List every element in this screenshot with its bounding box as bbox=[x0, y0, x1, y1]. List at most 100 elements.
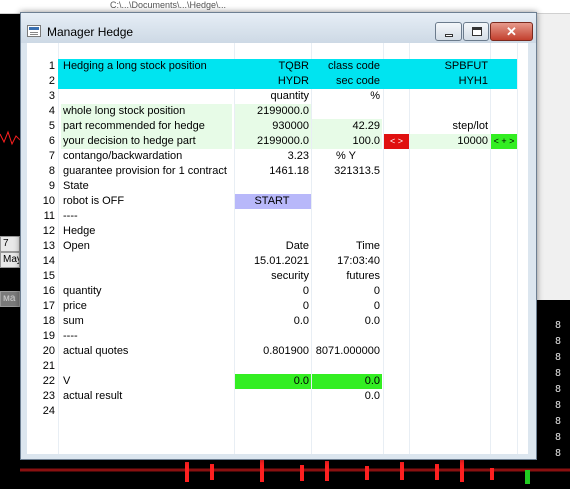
axis-tick: 8 bbox=[555, 416, 562, 427]
row-label bbox=[61, 254, 232, 269]
axis-tick: 8 bbox=[555, 336, 562, 347]
row-label bbox=[61, 89, 232, 104]
row-number: 23 bbox=[42, 390, 55, 402]
table-row: 4 whole long stock position 2199000.0 bbox=[27, 104, 528, 119]
maximize-button[interactable] bbox=[463, 22, 489, 41]
table-row: 8 guarantee provision for 1 contract 146… bbox=[27, 164, 528, 179]
row-number: 10 bbox=[42, 195, 55, 207]
row-label: whole long stock position bbox=[61, 104, 232, 119]
axis-tick: 8 bbox=[555, 352, 562, 363]
background-candles bbox=[0, 456, 570, 489]
background-cell-3: ма bbox=[0, 291, 20, 307]
table-row: 20 actual quotes 0.801900 8071.000000 bbox=[27, 344, 528, 359]
window-titlebar[interactable]: Manager Hedge ✕ bbox=[21, 13, 536, 43]
row-number: 15 bbox=[42, 270, 55, 282]
increase-button[interactable]: < + > bbox=[491, 134, 517, 149]
hedge-table: 1 Hedging a long stock position TQBR cla… bbox=[27, 43, 528, 454]
futures-sec-code: HYH1 bbox=[458, 75, 488, 87]
row-label: guarantee provision for 1 contract bbox=[63, 165, 227, 177]
table-row: 5 part recommended for hedge 930000 42.2… bbox=[27, 119, 528, 134]
row-number: 8 bbox=[48, 165, 55, 177]
axis-tick: 8 bbox=[555, 368, 562, 379]
result-security bbox=[235, 389, 311, 404]
row-number: 5 bbox=[48, 120, 55, 132]
maximize-icon bbox=[472, 27, 482, 36]
table-row: 22 V 0.0 0.0 bbox=[27, 374, 528, 389]
minimize-button[interactable] bbox=[435, 22, 462, 41]
futures-sum: 0.0 bbox=[364, 315, 380, 327]
row-number: 14 bbox=[42, 255, 55, 267]
quantity-header: quantity bbox=[270, 90, 309, 102]
table-row: 15 security futures bbox=[27, 269, 528, 284]
row-label: quantity bbox=[63, 285, 102, 297]
row-label: part recommended for hedge bbox=[61, 119, 232, 134]
background-candle-bars bbox=[20, 460, 570, 484]
table-row: 11 ---- bbox=[27, 209, 528, 224]
step-lot-label: step/lot bbox=[452, 120, 488, 132]
axis-tick: 8 bbox=[555, 432, 562, 443]
row-number: 9 bbox=[48, 180, 55, 192]
close-button[interactable]: ✕ bbox=[490, 22, 533, 41]
row-number: 17 bbox=[42, 300, 55, 312]
row-label: ---- bbox=[63, 330, 78, 342]
table-row: 18 sum 0.0 0.0 bbox=[27, 314, 528, 329]
row-number: 1 bbox=[48, 60, 55, 72]
row-label: Hedge bbox=[63, 225, 96, 237]
row-label bbox=[61, 269, 232, 284]
axis-tick: 8 bbox=[555, 320, 562, 331]
table-row: 24 bbox=[27, 404, 528, 419]
row-label: sum bbox=[63, 315, 84, 327]
table-row: 3 quantity % bbox=[27, 89, 528, 104]
window-app-icon bbox=[27, 25, 41, 37]
row-number: 11 bbox=[43, 210, 55, 222]
row-label bbox=[61, 74, 232, 89]
row-number: 21 bbox=[42, 360, 55, 372]
window-title: Manager Hedge bbox=[47, 25, 134, 39]
row-label: V bbox=[63, 375, 71, 387]
start-button[interactable]: START bbox=[235, 194, 311, 209]
date-header: Date bbox=[285, 240, 309, 252]
sec-code-label: sec code bbox=[335, 75, 380, 87]
row-number: 3 bbox=[48, 90, 55, 102]
table-row: 21 bbox=[27, 359, 528, 374]
row-label: Hedging a long stock position bbox=[63, 60, 207, 72]
actual-result-value: 0.0 bbox=[364, 390, 380, 402]
contango-unit: % Y bbox=[336, 150, 356, 162]
open-time: 17:03:40 bbox=[337, 255, 380, 267]
hedge-decision-input[interactable]: 2199000.0 bbox=[235, 134, 311, 149]
close-icon: ✕ bbox=[506, 24, 517, 39]
row-number: 18 bbox=[42, 315, 55, 327]
axis-tick: 8 bbox=[555, 400, 562, 411]
security-quote: 0.801900 bbox=[263, 345, 309, 357]
hedge-decision-percent[interactable]: 100.0 bbox=[312, 134, 382, 149]
table-row: 19 ---- bbox=[27, 329, 528, 344]
row-number: 12 bbox=[42, 225, 55, 237]
row-number: 16 bbox=[42, 285, 55, 297]
row-side-value bbox=[410, 89, 490, 104]
table-row: 17 price 0 0 bbox=[27, 299, 528, 314]
futures-v-value: 0.0 bbox=[312, 374, 382, 389]
manager-hedge-window: Manager Hedge ✕ 1 Hedging a long stock p… bbox=[20, 12, 537, 460]
row-label bbox=[61, 404, 232, 419]
security-price: 0 bbox=[302, 300, 309, 312]
background-price-axis: 8 8 8 8 8 8 8 8 8 8 bbox=[555, 318, 570, 478]
table-row: 14 15.01.2021 17:03:40 bbox=[27, 254, 528, 269]
row-label bbox=[61, 359, 232, 374]
whole-position-value[interactable]: 2199000.0 bbox=[235, 104, 311, 119]
futures-price: 0 bbox=[373, 300, 380, 312]
background-cell-1: 7 bbox=[0, 236, 20, 252]
table-row: 13 Open Date Time bbox=[27, 239, 528, 254]
table-row: 2 HYDR sec code HYH1 bbox=[27, 74, 528, 89]
recommended-hedge-percent: 42.29 bbox=[312, 119, 382, 134]
futures-quantity: 0 bbox=[373, 285, 380, 297]
recommended-hedge-value: 930000 bbox=[235, 119, 311, 134]
decrease-button[interactable]: < > bbox=[384, 134, 409, 149]
background-price-line bbox=[0, 130, 20, 146]
table-row: 12 Hedge bbox=[27, 224, 528, 239]
futures-header: futures bbox=[346, 270, 380, 282]
table-row: 23 actual result 0.0 bbox=[27, 389, 528, 404]
minimize-icon bbox=[445, 34, 453, 37]
row-number: 6 bbox=[48, 135, 55, 147]
step-lot-input[interactable]: 10000 bbox=[410, 134, 490, 149]
row-number: 20 bbox=[42, 345, 55, 357]
